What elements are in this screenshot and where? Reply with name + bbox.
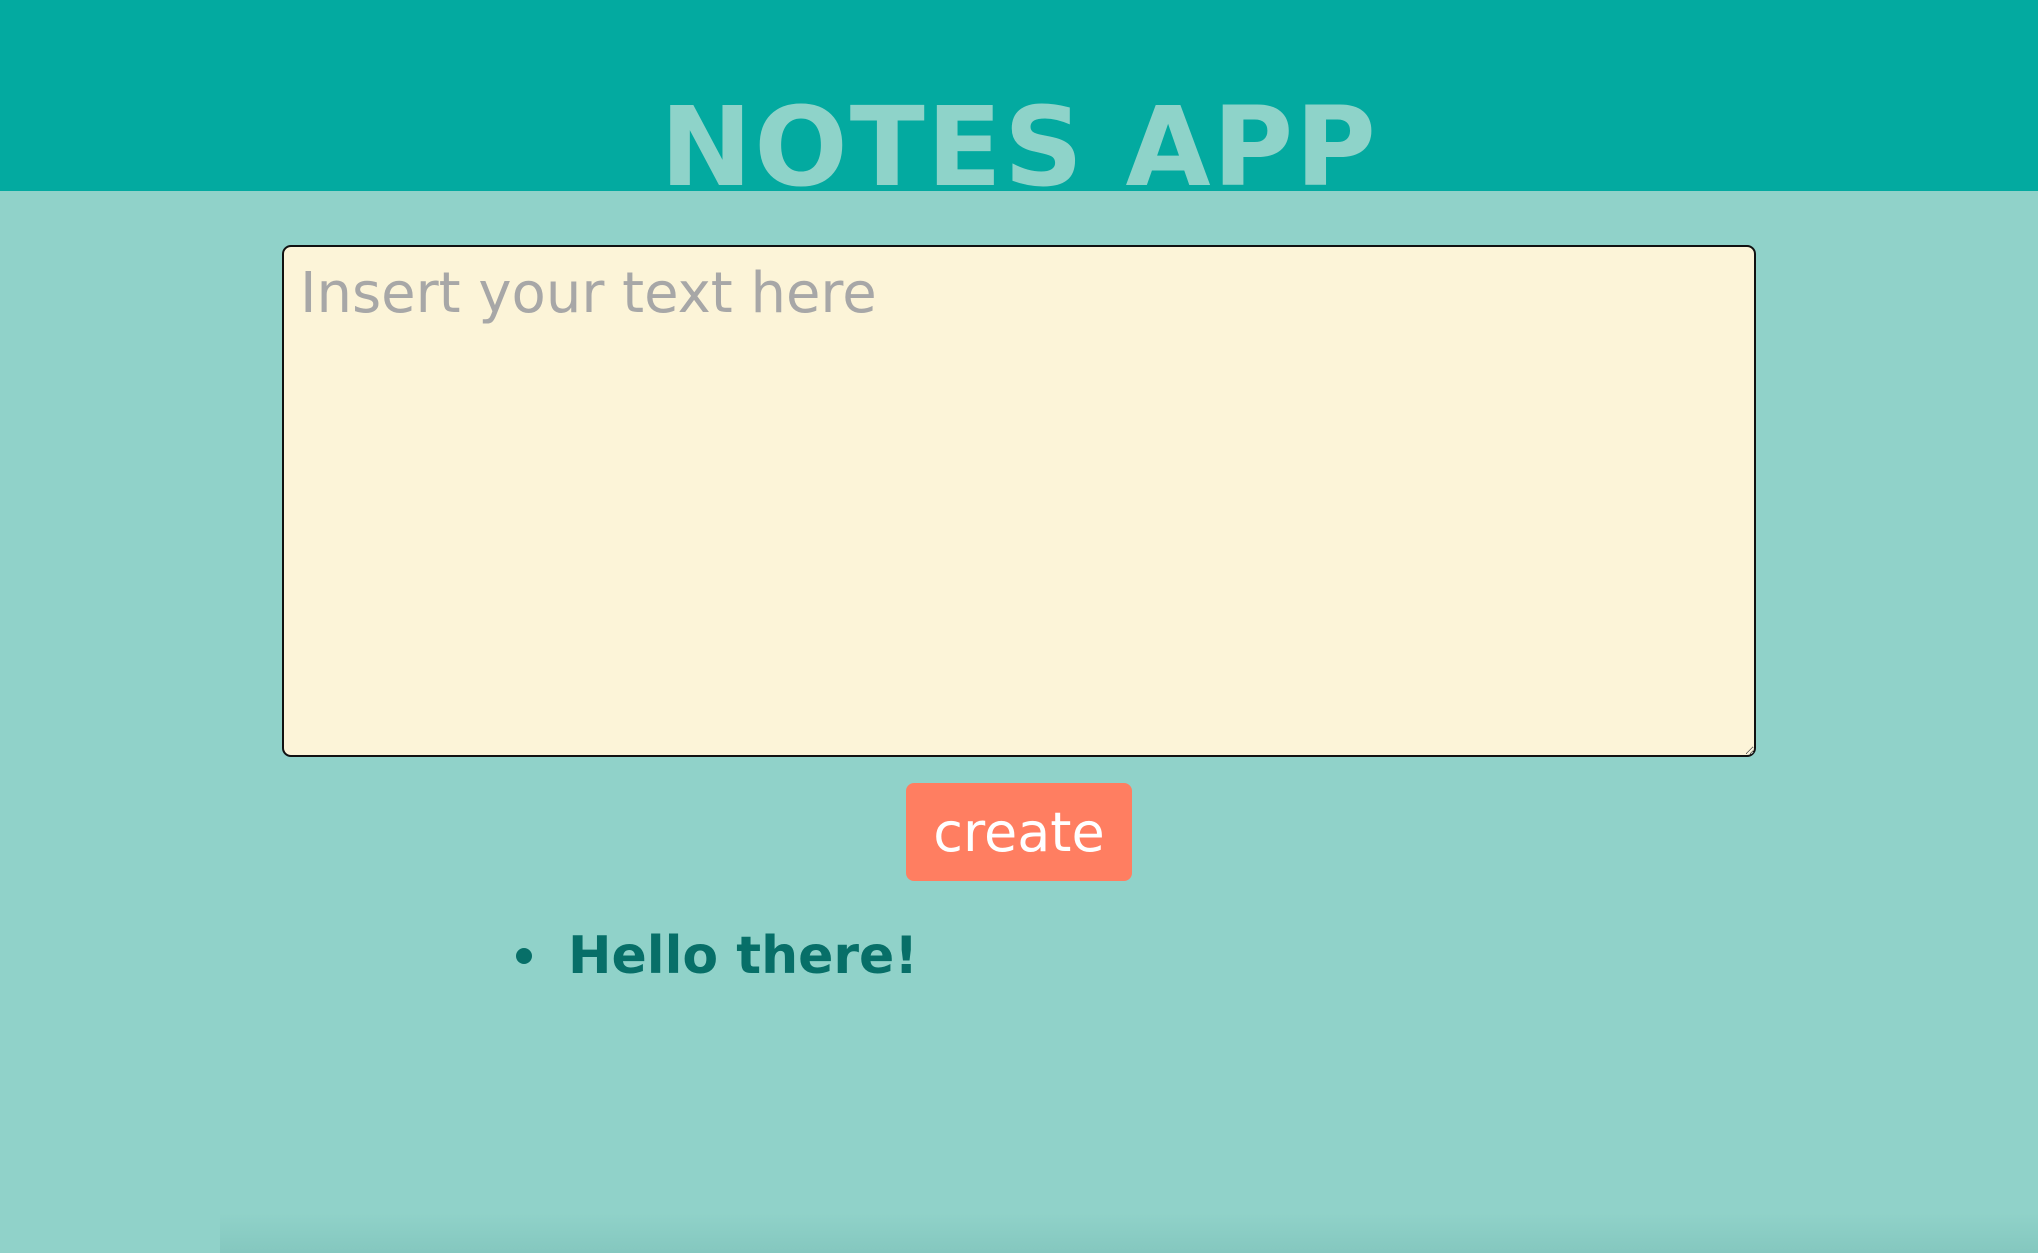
bottom-shadow	[220, 1213, 2038, 1253]
app-title: NOTES APP	[660, 83, 1378, 191]
create-button[interactable]: create	[906, 783, 1132, 881]
note-text-input[interactable]	[282, 245, 1756, 757]
notes-list: Hello there!	[516, 920, 918, 992]
list-item: Hello there!	[516, 920, 918, 992]
note-text: Hello there!	[568, 926, 919, 986]
app-header: NOTES APP	[0, 0, 2038, 191]
bullet-icon	[516, 948, 532, 964]
